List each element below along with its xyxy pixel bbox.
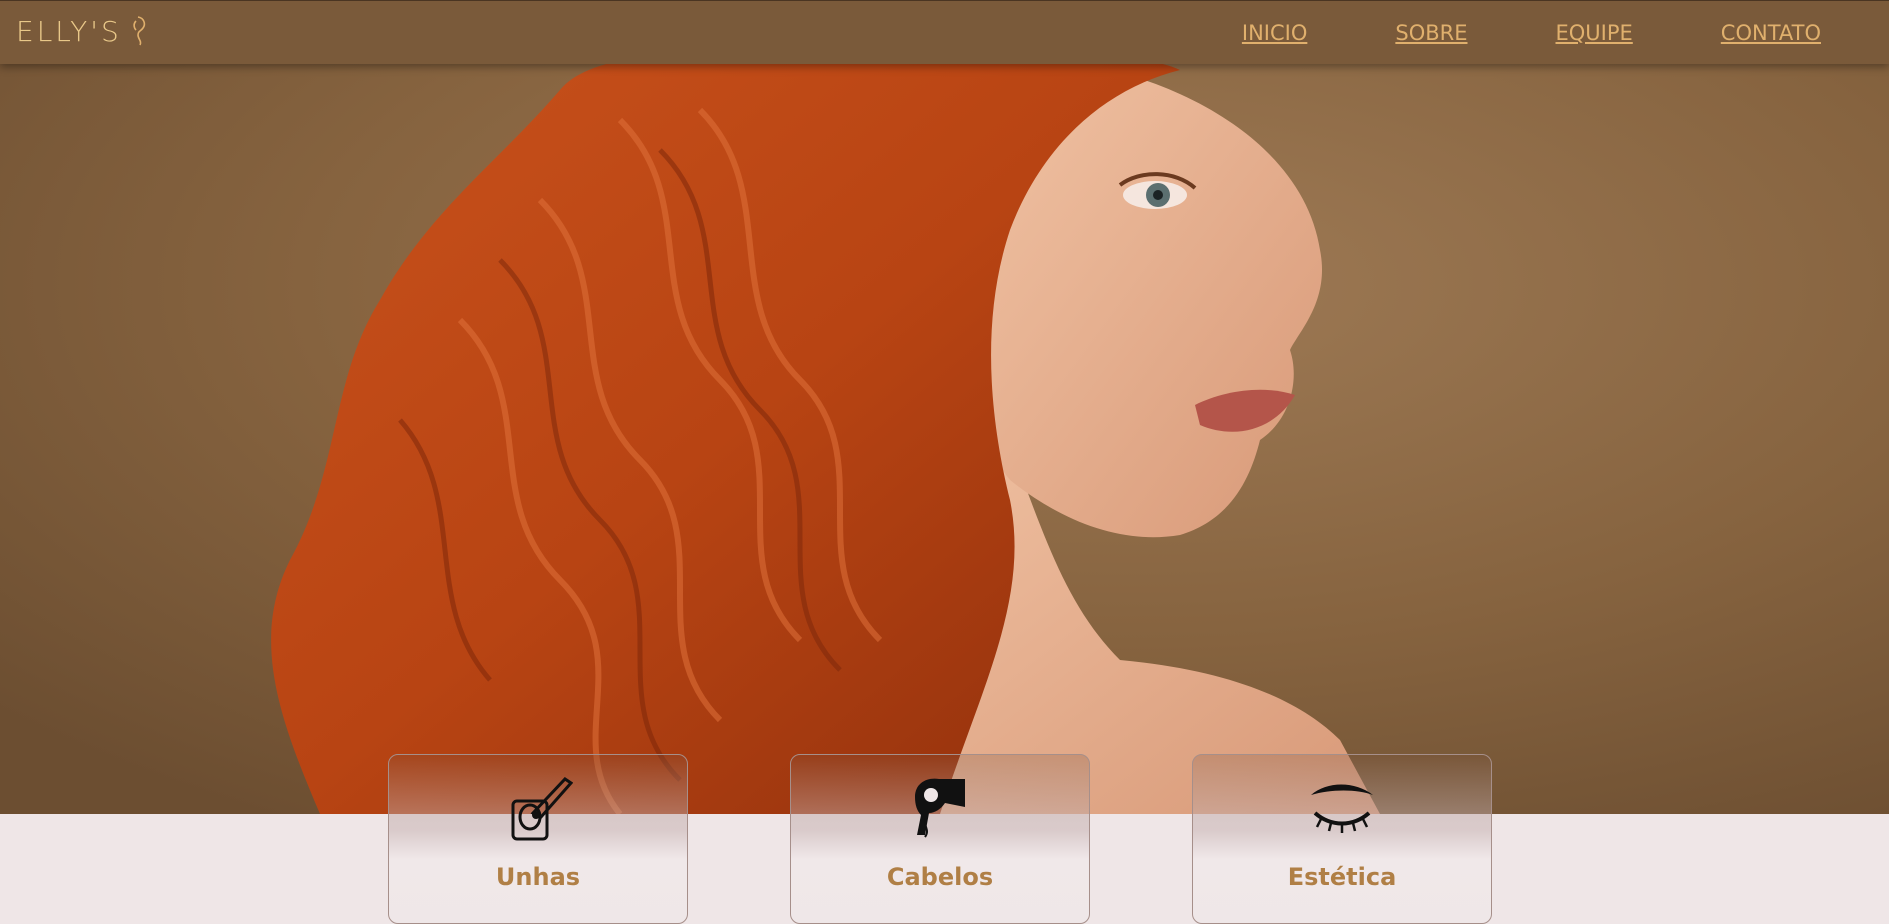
- main-nav: INICIO SOBRE EQUIPE CONTATO: [1242, 21, 1821, 45]
- top-navigation-bar: ELLY'S INICIO SOBRE EQUIPE CONTATO: [0, 0, 1889, 64]
- service-card-unhas[interactable]: Unhas: [388, 754, 688, 924]
- brand-logo[interactable]: ELLY'S: [16, 13, 150, 49]
- service-label: Unhas: [495, 863, 581, 891]
- hero-portrait-image: [0, 0, 1889, 814]
- nav-link-equipe[interactable]: EQUIPE: [1556, 21, 1633, 45]
- nav-link-contato[interactable]: CONTATO: [1721, 21, 1821, 45]
- eyelash-icon: [1311, 784, 1373, 833]
- service-card-estetica[interactable]: Estética: [1192, 754, 1492, 924]
- nav-link-sobre[interactable]: SOBRE: [1395, 21, 1467, 45]
- logo-text: ELLY'S: [16, 14, 122, 48]
- nav-link-inicio[interactable]: INICIO: [1242, 21, 1307, 45]
- nail-polish-icon: [511, 777, 573, 841]
- service-card-cabelos[interactable]: Cabelos: [790, 754, 1090, 924]
- service-label: Estética: [1287, 863, 1397, 891]
- hair-dryer-icon: [915, 778, 965, 838]
- service-label: Cabelos: [886, 863, 994, 891]
- hero-section: [0, 0, 1889, 814]
- logo-woman-silhouette-icon: [133, 16, 145, 46]
